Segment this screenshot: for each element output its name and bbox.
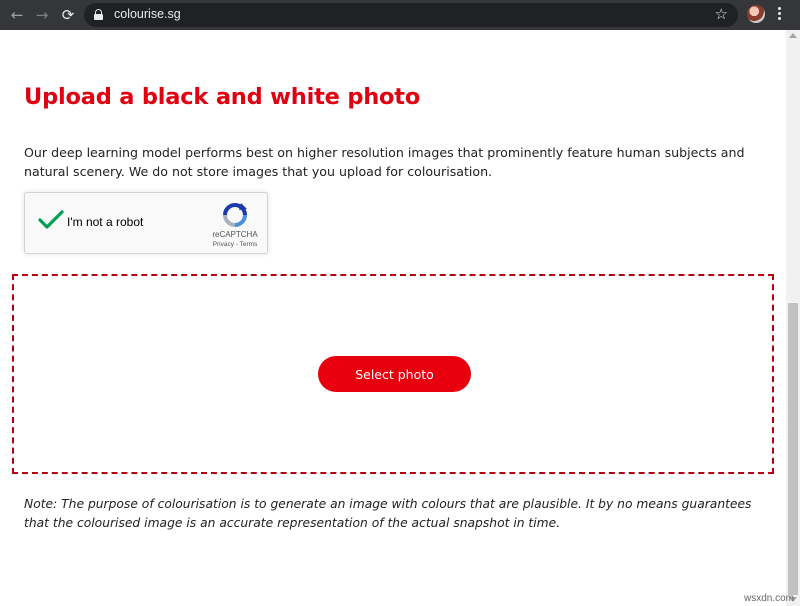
page-title: Upload a black and white photo bbox=[24, 84, 421, 110]
recaptcha-label[interactable]: I'm not a robot bbox=[67, 215, 143, 229]
note-text: Note: The purpose of colourisation is to… bbox=[24, 497, 752, 530]
recaptcha-brand: reCAPTCHA bbox=[212, 230, 258, 239]
back-arrow-icon[interactable]: ← bbox=[6, 4, 28, 26]
recaptcha-widget[interactable]: I'm not a robot reCAPTCHA Privacy - Term… bbox=[24, 192, 268, 254]
select-photo-button[interactable]: Select photo bbox=[318, 356, 471, 392]
browser-toolbar: ← → ⟳ colourise.sg ☆ bbox=[0, 0, 800, 30]
page-content: Upload a black and white photo Our deep … bbox=[0, 30, 786, 606]
scroll-up-arrow-icon[interactable] bbox=[789, 33, 797, 38]
bookmark-star-icon[interactable]: ☆ bbox=[715, 5, 728, 23]
reload-icon[interactable]: ⟳ bbox=[57, 4, 79, 26]
browser-menu-icon[interactable] bbox=[778, 7, 782, 23]
lock-icon[interactable] bbox=[94, 9, 103, 20]
profile-avatar[interactable] bbox=[747, 5, 765, 23]
watermark: wsxdn.com bbox=[743, 593, 794, 604]
scrollbar-thumb[interactable] bbox=[788, 303, 798, 595]
checkmark-icon[interactable] bbox=[38, 209, 64, 231]
upload-dropzone[interactable]: Select photo bbox=[12, 274, 774, 474]
address-bar[interactable]: colourise.sg ☆ bbox=[84, 3, 738, 27]
intro-text: Our deep learning model performs best on… bbox=[24, 145, 745, 179]
recaptcha-links[interactable]: Privacy - Terms bbox=[200, 241, 270, 248]
recaptcha-logo-icon bbox=[223, 203, 247, 227]
url-text[interactable]: colourise.sg bbox=[114, 7, 181, 21]
forward-arrow-icon[interactable]: → bbox=[31, 4, 53, 26]
page-scrollbar[interactable] bbox=[786, 30, 800, 606]
